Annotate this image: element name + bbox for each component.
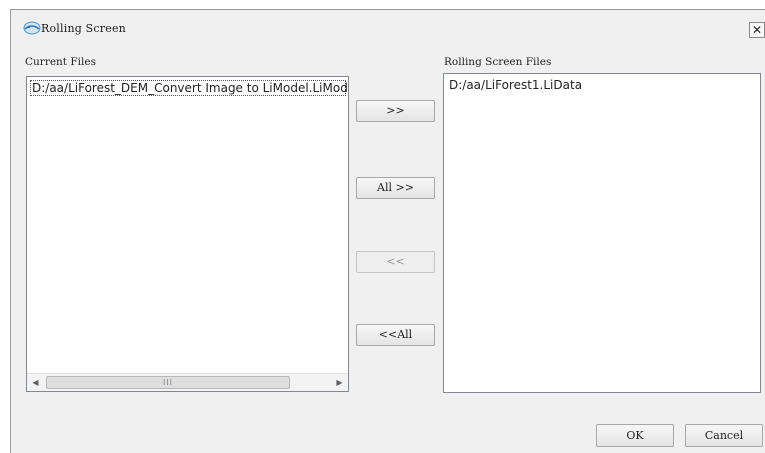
current-files-list[interactable]: D:/aa/LiForest_DEM_Convert Image to LiMo… (26, 76, 349, 392)
rolling-screen-files-list[interactable]: D:/aa/LiForest1.LiData (443, 73, 761, 393)
rolling-screen-files-label: Rolling Screen Files (444, 56, 552, 68)
cancel-button[interactable]: Cancel (685, 424, 763, 447)
list-item[interactable]: D:/aa/LiForest_DEM_Convert Image to LiMo… (30, 80, 348, 96)
horizontal-scrollbar[interactable]: ◀ III ▶ (27, 373, 348, 391)
app-logo-icon (23, 21, 41, 35)
scroll-thumb[interactable]: III (46, 376, 290, 389)
move-right-button[interactable]: >> (356, 100, 435, 122)
current-files-label: Current Files (25, 56, 96, 68)
scroll-right-arrow-icon[interactable]: ▶ (331, 374, 348, 391)
move-all-right-button[interactable]: All >> (356, 177, 435, 199)
window-title: Rolling Screen (41, 22, 126, 35)
scroll-left-arrow-icon[interactable]: ◀ (27, 374, 44, 391)
close-button[interactable]: ✕ (749, 22, 765, 38)
move-all-left-button[interactable]: <<All (356, 324, 435, 346)
grip-icon: III (162, 378, 174, 387)
move-left-button[interactable]: << (356, 251, 435, 273)
rolling-screen-dialog: Rolling Screen ✕ Current Files D:/aa/LiF… (10, 9, 765, 453)
ok-button[interactable]: OK (596, 424, 674, 447)
list-item[interactable]: D:/aa/LiForest1.LiData (449, 78, 582, 92)
